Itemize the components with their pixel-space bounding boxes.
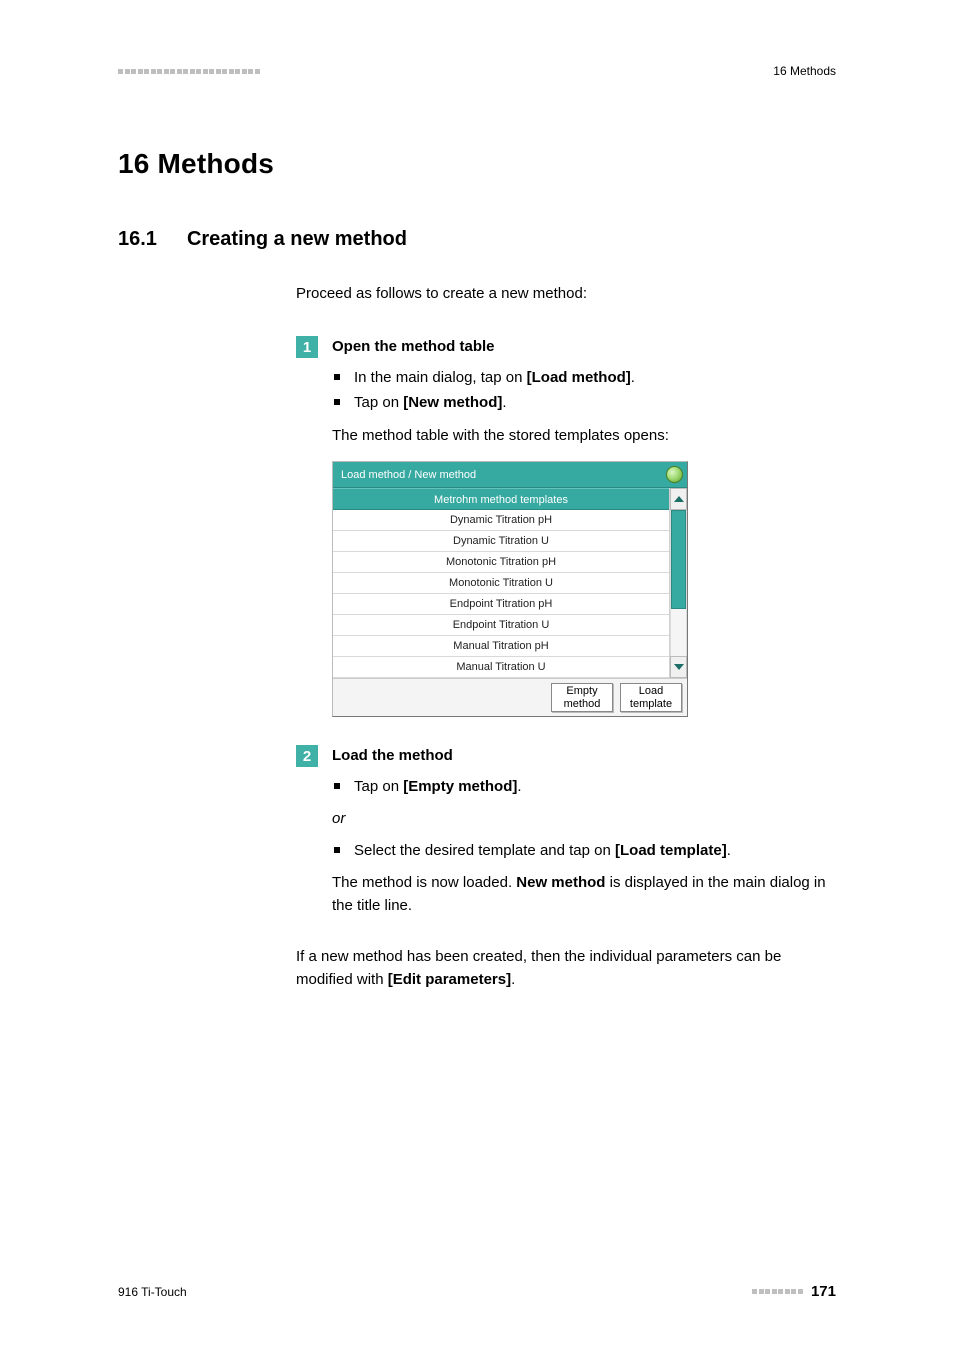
text: In the main dialog, tap on <box>354 369 527 386</box>
section-heading: 16.1 Creating a new method <box>118 228 836 251</box>
chevron-down-icon <box>674 664 684 670</box>
bold-text: [Load method] <box>527 369 631 386</box>
chapter-title: 16 Methods <box>118 148 836 180</box>
list-item[interactable]: Endpoint Titration pH <box>333 594 669 615</box>
closing-paragraph: If a new method has been created, then t… <box>296 945 836 992</box>
step-number-badge: 1 <box>296 336 318 358</box>
list-item: In the main dialog, tap on [Load method]… <box>332 366 836 389</box>
bold-text: [Empty method] <box>403 778 517 795</box>
page-number: 171 <box>811 1283 836 1300</box>
text: . <box>727 842 731 859</box>
text: If a new method has been created, then t… <box>296 948 781 988</box>
method-dialog: Load method / New method Metrohm method … <box>332 461 688 717</box>
list-item: Select the desired template and tap on [… <box>332 839 836 862</box>
dialog-title: Load method / New method <box>341 469 476 481</box>
text: Select the desired template and tap on <box>354 842 615 859</box>
scrollbar-thumb[interactable] <box>671 510 686 609</box>
chevron-up-icon <box>674 496 684 502</box>
list-column-header: Metrohm method templates <box>333 488 669 510</box>
header-chapter-label: 16 Methods <box>773 64 836 78</box>
step-title: Open the method table <box>332 336 495 358</box>
template-list: Metrohm method templates Dynamic Titrati… <box>333 488 669 678</box>
section-number: 16.1 <box>118 228 157 251</box>
step-1: 1 Open the method table In the main dial… <box>296 336 836 717</box>
page-footer: 916 Ti-Touch 171 <box>118 1283 836 1300</box>
scrollbar[interactable] <box>669 488 687 678</box>
home-icon[interactable] <box>666 466 683 483</box>
list-item[interactable]: Manual Titration pH <box>333 636 669 657</box>
text: . <box>631 369 635 386</box>
text: . <box>502 394 506 411</box>
list-item[interactable]: Monotonic Titration U <box>333 573 669 594</box>
header-ornament <box>118 69 260 74</box>
list-item[interactable]: Manual Titration U <box>333 657 669 678</box>
scroll-down-button[interactable] <box>670 656 687 678</box>
bold-text: New method <box>516 874 605 891</box>
or-text: or <box>332 808 836 831</box>
dialog-button-bar: Empty method Load template <box>333 678 687 716</box>
bold-text: [Load template] <box>615 842 727 859</box>
step-2: 2 Load the method Tap on [Empty method].… <box>296 745 836 917</box>
bold-text: [New method] <box>403 394 502 411</box>
button-label: Empty method <box>564 685 601 710</box>
text: . <box>517 778 521 795</box>
load-template-button[interactable]: Load template <box>620 683 682 712</box>
step-after-text: The method is now loaded. New method is … <box>332 872 836 917</box>
footer-product-name: 916 Ti-Touch <box>118 1285 187 1299</box>
list-item[interactable]: Dynamic Titration U <box>333 531 669 552</box>
text: . <box>511 971 515 988</box>
scroll-up-button[interactable] <box>670 488 687 510</box>
section-title: Creating a new method <box>187 228 407 251</box>
list-item: Tap on [Empty method]. <box>332 775 836 798</box>
list-item: Tap on [New method]. <box>332 391 836 414</box>
empty-method-button[interactable]: Empty method <box>551 683 613 712</box>
step-after-text: The method table with the stored templat… <box>332 425 836 448</box>
step-number-badge: 2 <box>296 745 318 767</box>
bold-text: [Edit parameters] <box>388 971 511 988</box>
step-title: Load the method <box>332 745 453 767</box>
text: Tap on <box>354 778 403 795</box>
intro-text: Proceed as follows to create a new metho… <box>296 285 836 302</box>
button-label: Load template <box>630 685 672 710</box>
text: The method is now loaded. <box>332 874 516 891</box>
list-item[interactable]: Monotonic Titration pH <box>333 552 669 573</box>
dialog-titlebar: Load method / New method <box>333 462 687 488</box>
text: Tap on <box>354 394 403 411</box>
page-header: 16 Methods <box>118 64 836 78</box>
list-item[interactable]: Endpoint Titration U <box>333 615 669 636</box>
scrollbar-track[interactable] <box>670 510 687 656</box>
list-item[interactable]: Dynamic Titration pH <box>333 510 669 531</box>
footer-ornament <box>752 1289 803 1294</box>
